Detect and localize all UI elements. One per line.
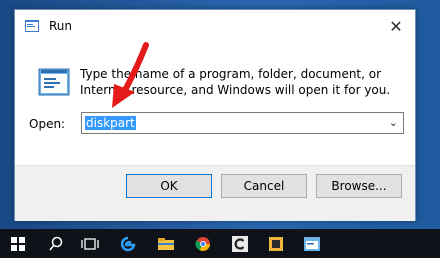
title-bar: Run ✕ — [15, 10, 415, 44]
chrome-icon[interactable] — [187, 229, 219, 258]
app-c-icon[interactable] — [224, 229, 256, 258]
cancel-button[interactable]: Cancel — [221, 174, 307, 198]
taskbar — [0, 229, 440, 258]
task-view-icon[interactable] — [74, 229, 106, 258]
app-square-icon[interactable] — [260, 229, 292, 258]
windows-start-icon[interactable] — [2, 229, 34, 258]
run-dialog: Run ✕ Type the name of a program, folder… — [14, 9, 416, 221]
run-title-icon — [25, 20, 39, 32]
run-program-icon — [38, 68, 70, 96]
browse-button[interactable]: Browse... — [316, 174, 402, 198]
run-app-icon[interactable] — [296, 229, 328, 258]
chevron-down-icon[interactable]: ⌄ — [389, 116, 398, 129]
open-combobox[interactable]: diskpart ⌄ — [81, 112, 404, 134]
file-explorer-icon[interactable] — [150, 229, 182, 258]
window-title: Run — [49, 19, 73, 33]
close-button[interactable]: ✕ — [383, 16, 409, 38]
ok-button[interactable]: OK — [126, 174, 212, 198]
edge-browser-icon[interactable] — [112, 229, 144, 258]
open-label: Open: — [29, 117, 66, 131]
command-input-value[interactable]: diskpart — [85, 116, 136, 130]
dialog-description: Type the name of a program, folder, docu… — [80, 67, 391, 97]
search-icon[interactable] — [40, 229, 72, 258]
